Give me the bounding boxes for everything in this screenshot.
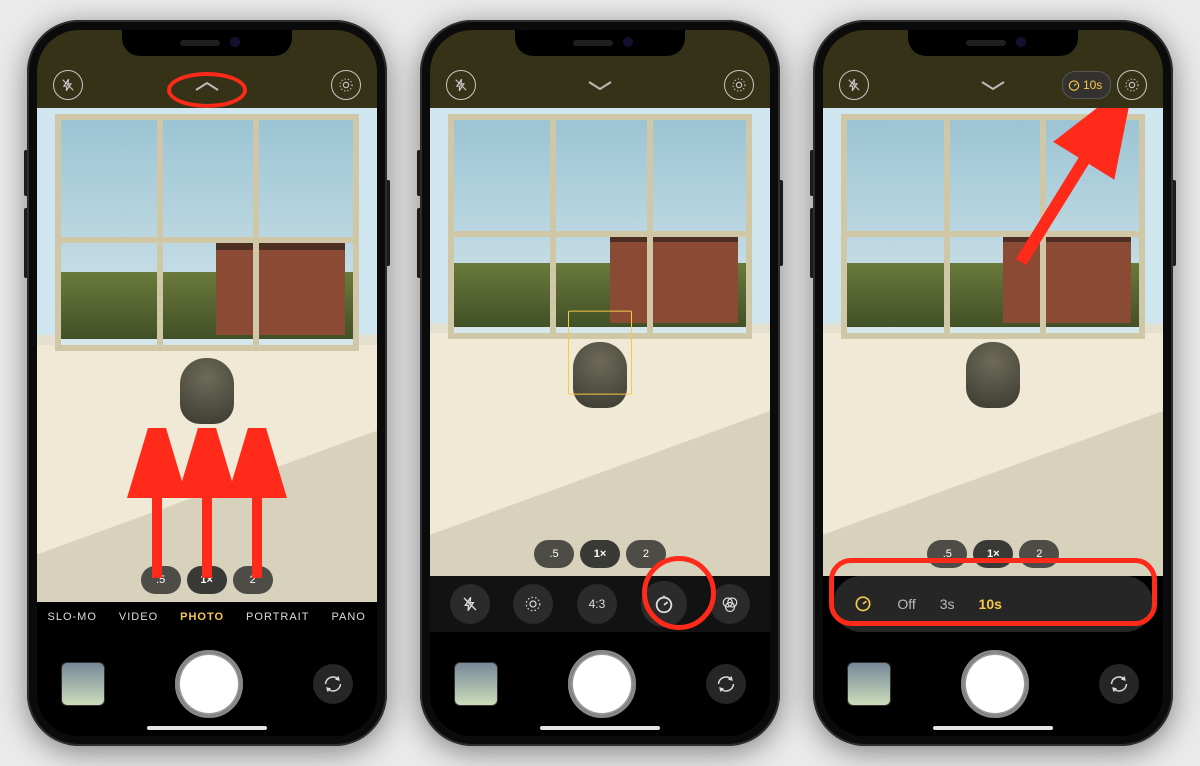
timer-option-3s[interactable]: 3s: [940, 596, 955, 612]
home-indicator[interactable]: [540, 726, 660, 730]
live-photo-icon[interactable]: [331, 70, 361, 100]
shutter-button[interactable]: [961, 650, 1029, 718]
chevron-up-icon[interactable]: [193, 79, 221, 98]
camera-flip-icon[interactable]: [1099, 664, 1139, 704]
flash-off-icon[interactable]: [446, 70, 476, 100]
tool-live-photo[interactable]: [513, 584, 553, 624]
mode-portrait[interactable]: PORTRAIT: [246, 611, 309, 623]
camera-bottom-bar: [430, 632, 770, 736]
timer-option-10s[interactable]: 10s: [979, 596, 1002, 612]
chevron-down-icon[interactable]: [586, 79, 614, 98]
tool-flash[interactable]: [450, 584, 490, 624]
mode-slo-mo[interactable]: SLO-MO: [47, 611, 96, 623]
last-photo-thumbnail[interactable]: [454, 662, 498, 706]
mode-pano[interactable]: PANO: [331, 611, 365, 623]
zoom-1x[interactable]: 1×: [580, 540, 620, 568]
camera-bottom-bar: [823, 632, 1163, 736]
viewfinder[interactable]: .5 1× 2: [430, 108, 770, 576]
zoom-2x[interactable]: 2: [626, 540, 666, 568]
camera-bottom-bar: [37, 632, 377, 736]
phone-step-3: 10s .5 1×: [813, 20, 1173, 746]
shutter-button[interactable]: [568, 650, 636, 718]
shutter-button[interactable]: [175, 650, 243, 718]
phone-step-2: .5 1× 2 4:3: [420, 20, 780, 746]
mode-video[interactable]: VIDEO: [119, 611, 158, 623]
camera-app: .5 1× 2 SLO-MO VIDEO PHOTO PORTRAIT PANO: [37, 30, 377, 736]
timer-indicator-label: 10s: [1083, 78, 1102, 92]
zoom-1x[interactable]: 1×: [973, 540, 1013, 568]
last-photo-thumbnail[interactable]: [61, 662, 105, 706]
tool-filters[interactable]: [710, 584, 750, 624]
point-to-timer-indicator: [991, 108, 1141, 272]
viewfinder[interactable]: .5 1× 2: [37, 108, 377, 602]
last-photo-thumbnail[interactable]: [847, 662, 891, 706]
camera-tools-row: 4:3: [430, 576, 770, 632]
swipe-up-arrows: [107, 428, 307, 588]
flash-off-icon[interactable]: [839, 70, 869, 100]
timer-option-off[interactable]: Off: [897, 596, 915, 612]
tool-timer[interactable]: [641, 581, 687, 627]
camera-flip-icon[interactable]: [313, 664, 353, 704]
viewfinder[interactable]: .5 1× 2: [823, 108, 1163, 576]
camera-app: .5 1× 2 4:3: [430, 30, 770, 736]
focus-box: [568, 310, 632, 394]
flash-off-icon[interactable]: [53, 70, 83, 100]
live-photo-icon[interactable]: [724, 70, 754, 100]
mode-selector[interactable]: SLO-MO VIDEO PHOTO PORTRAIT PANO: [37, 602, 377, 632]
camera-app: 10s .5 1×: [823, 30, 1163, 736]
zoom-controls[interactable]: .5 1× 2: [534, 540, 666, 568]
timer-indicator[interactable]: 10s: [1062, 71, 1111, 99]
zoom-0_5x[interactable]: .5: [927, 540, 967, 568]
timer-options-panel: Off 3s 10s: [833, 576, 1153, 632]
chevron-down-icon[interactable]: [979, 79, 1007, 98]
home-indicator[interactable]: [933, 726, 1053, 730]
live-photo-icon[interactable]: [1117, 70, 1147, 100]
zoom-0_5x[interactable]: .5: [534, 540, 574, 568]
phone-step-1: .5 1× 2 SLO-MO VIDEO PHOTO PORTRAIT PANO: [27, 20, 387, 746]
tool-aspect-ratio[interactable]: 4:3: [577, 584, 617, 624]
camera-flip-icon[interactable]: [706, 664, 746, 704]
zoom-controls[interactable]: .5 1× 2: [927, 540, 1059, 568]
timer-icon: [853, 593, 873, 616]
zoom-2x[interactable]: 2: [1019, 540, 1059, 568]
home-indicator[interactable]: [147, 726, 267, 730]
mode-photo[interactable]: PHOTO: [180, 611, 224, 623]
